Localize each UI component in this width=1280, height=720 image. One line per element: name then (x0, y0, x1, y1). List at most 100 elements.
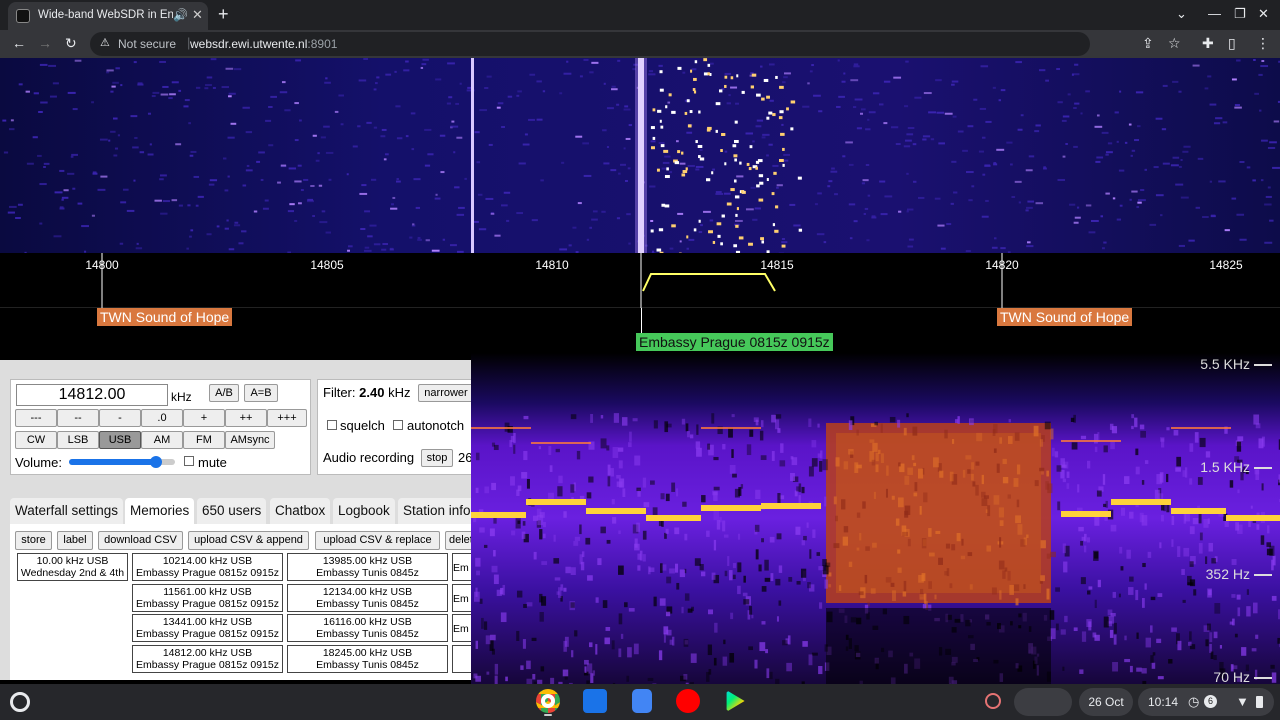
waterfall-display[interactable] (0, 58, 1280, 253)
audio-spectrogram[interactable]: 5.5 KHz 1.5 KHz 352 Hz 70 Hz (471, 353, 1280, 684)
extensions-icon[interactable]: ✚ (1202, 35, 1214, 52)
delete-button[interactable]: delet (445, 531, 471, 550)
status-area[interactable]: 10:14 ◷ 6 ▼ (1138, 688, 1274, 716)
waterfall-noise (420, 66, 424, 69)
memory-slot[interactable]: Em (452, 584, 471, 612)
memory-slot[interactable]: 14812.00 kHz USB Embassy Prague 0815z 091… (132, 645, 283, 673)
minimize-icon[interactable]: — (1208, 6, 1221, 21)
side-panel-icon[interactable]: ▯ (1228, 35, 1236, 52)
waterfall-noise (110, 90, 114, 93)
waterfall-noise (807, 82, 810, 85)
browser-tab[interactable]: Wide-band WebSDR in Ensch 🔊 ✕ (8, 2, 208, 30)
mode-amsync-button[interactable]: AMsync (225, 431, 275, 449)
squelch-checkbox[interactable] (327, 420, 337, 430)
mode-am-button[interactable]: AM (141, 431, 183, 449)
mode-usb-button[interactable]: USB (99, 431, 141, 449)
step-button[interactable]: +++ (267, 409, 307, 427)
step-button[interactable]: - (99, 409, 141, 427)
new-tab-button[interactable]: + (218, 4, 229, 25)
step-button[interactable]: ++ (225, 409, 267, 427)
signal-blip (677, 150, 681, 154)
spectrogram-noise (1203, 519, 1209, 528)
memory-slot[interactable]: 16116.00 kHz USB Embassy Tunis 0845z (287, 614, 448, 642)
spectrogram-noise (987, 505, 991, 517)
waterfall-noise (528, 118, 535, 121)
waterfall-noise (1260, 65, 1269, 68)
stop-recording-button[interactable]: stop (421, 449, 453, 467)
tote-icon[interactable] (1014, 688, 1072, 716)
autonotch-checkbox[interactable] (393, 420, 403, 430)
memory-slot[interactable]: 10.00 kHz USB Wednesday 2nd & 4th (17, 553, 128, 581)
volume-slider[interactable] (69, 456, 175, 468)
tab-logbook[interactable]: Logbook (333, 498, 395, 524)
waterfall-noise (171, 199, 178, 202)
step-button[interactable]: --- (15, 409, 57, 427)
waterfall-noise (917, 196, 925, 199)
waterfall-noise (147, 112, 152, 115)
forward-icon[interactable]: → (38, 35, 52, 51)
files-icon[interactable] (583, 689, 607, 713)
passband-indicator[interactable] (0, 253, 1280, 308)
maximize-icon[interactable]: ❐ (1234, 6, 1246, 22)
narrower-button[interactable]: narrower (418, 384, 471, 402)
memory-slot[interactable]: 18245.00 kHz USB Embassy Tunis 0845z (287, 645, 448, 673)
tab-station-info[interactable]: Station info (398, 498, 471, 524)
volume-handle[interactable] (149, 456, 162, 468)
store-button[interactable]: store (15, 531, 52, 550)
tab-memories[interactable]: Memories (125, 498, 195, 524)
spectrogram-noise (991, 587, 997, 595)
memory-slot[interactable]: Em (452, 614, 471, 642)
url-text[interactable]: websdr.ewi.utwente.nl:8901 (190, 37, 337, 51)
station-label[interactable]: TWN Sound of Hope (997, 308, 1133, 326)
ab-button[interactable]: A/B (209, 384, 239, 402)
tab-waterfall-settings[interactable]: Waterfall settings (10, 498, 124, 524)
download-csv-button[interactable]: download CSV (98, 531, 183, 550)
memory-slot[interactable]: 13985.00 kHz USB Embassy Tunis 0845z (287, 553, 448, 581)
memory-slot[interactable]: 10214.00 kHz USB Embassy Prague 0815z 091… (132, 553, 283, 581)
station-label[interactable]: TWN Sound of Hope (97, 308, 233, 326)
docs-icon[interactable] (632, 689, 652, 713)
chrome-icon[interactable] (536, 689, 560, 713)
launcher-icon[interactable] (10, 692, 30, 712)
youtube-icon[interactable] (676, 689, 700, 713)
play-store-icon[interactable] (726, 690, 745, 712)
step-button[interactable]: -- (57, 409, 99, 427)
upload-csv-replace-button[interactable]: upload CSV & replace (315, 531, 440, 550)
reload-icon[interactable]: ↻ (65, 35, 77, 52)
spectrogram-noise (1124, 476, 1130, 485)
spectrogram-noise (539, 529, 543, 540)
tab-users[interactable]: 650 users (197, 498, 267, 524)
address-bar[interactable]: ⚠ Not secure | websdr.ewi.utwente.nl:890… (90, 32, 1090, 56)
spectrogram-noise (1166, 473, 1169, 483)
mode-lsb-button[interactable]: LSB (57, 431, 99, 449)
chevron-down-icon[interactable]: ⌄ (1176, 6, 1187, 22)
memory-slot[interactable] (452, 645, 471, 673)
label-button[interactable]: label (57, 531, 93, 550)
back-icon[interactable]: ← (12, 35, 26, 51)
close-window-icon[interactable]: ✕ (1258, 6, 1269, 22)
upload-csv-append-button[interactable]: upload CSV & append (188, 531, 309, 550)
menu-icon[interactable]: ⋮ (1256, 35, 1270, 52)
step-button[interactable]: + (183, 409, 225, 427)
mode-fm-button[interactable]: FM (183, 431, 225, 449)
not-secure-label[interactable]: Not secure (118, 37, 176, 51)
memory-slot[interactable]: 11561.00 kHz USB Embassy Prague 0815z 091… (132, 584, 283, 612)
warning-icon[interactable]: ⚠ (100, 36, 110, 49)
speaker-icon[interactable]: 🔊 (173, 8, 188, 22)
tab-chatbox[interactable]: Chatbox (270, 498, 331, 524)
mode-cw-button[interactable]: CW (15, 431, 57, 449)
frequency-scale[interactable]: 14800 14805 14810 14815 14820 14825 (0, 253, 1280, 308)
close-tab-icon[interactable]: ✕ (192, 7, 203, 23)
memory-slot[interactable]: Em (452, 553, 471, 581)
mute-checkbox[interactable] (184, 456, 194, 466)
memory-slot[interactable]: 12134.00 kHz USB Embassy Tunis 0845z (287, 584, 448, 612)
memory-slot[interactable]: 13441.00 kHz USB Embassy Prague 0815z 091… (132, 614, 283, 642)
station-label[interactable]: Embassy Prague 0815z 0915z (636, 333, 833, 351)
share-icon[interactable]: ⇪ (1142, 35, 1154, 52)
a-equals-b-button[interactable]: A=B (244, 384, 278, 402)
step-button[interactable]: .0 (141, 409, 183, 427)
bookmark-star-icon[interactable]: ☆ (1168, 35, 1181, 52)
date-chip[interactable]: 26 Oct (1079, 688, 1133, 716)
frequency-input[interactable] (16, 384, 168, 406)
screen-record-icon[interactable] (985, 693, 1001, 709)
